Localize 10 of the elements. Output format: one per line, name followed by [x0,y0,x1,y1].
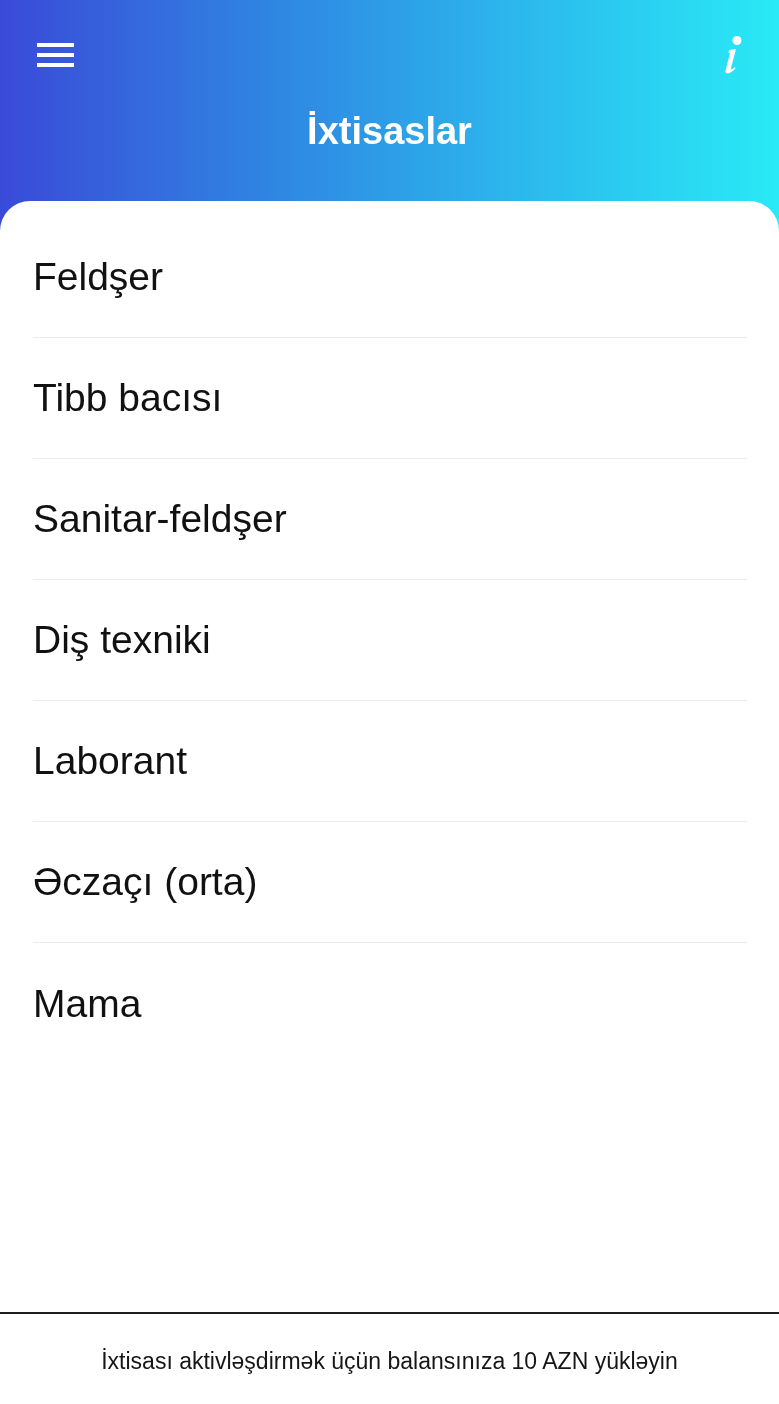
specialty-item[interactable]: Sanitar-feldşer [33,459,747,580]
menu-icon[interactable] [37,43,74,67]
specialty-item[interactable]: Əczaçı (orta) [33,822,747,943]
specialty-item[interactable]: Feldşer [33,217,747,338]
specialty-item[interactable]: Mama [33,943,747,1064]
footer-message: İxtisası aktivləşdirmək üçün balansınıza 10 AZN yükləyin [101,1347,678,1375]
specialty-item[interactable]: Laborant [33,701,747,822]
specialty-item[interactable]: Tibb bacısı [33,338,747,459]
specialty-item[interactable]: Diş texniki [33,580,747,701]
screen-title: İxtisaslar [307,109,472,153]
